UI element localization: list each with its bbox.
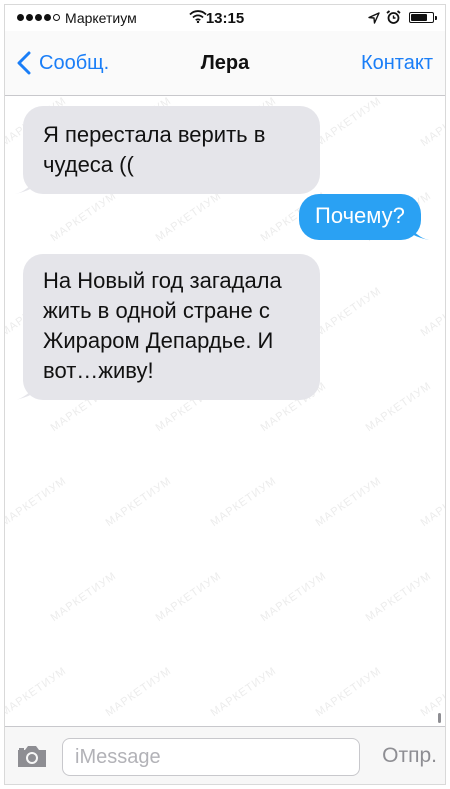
message-text: На Новый год загадала жить в одной стран… xyxy=(43,268,282,383)
watermark-text: МАРКЕТИУМ xyxy=(313,284,384,340)
watermark-text: МАРКЕТИУМ xyxy=(4,664,69,720)
camera-icon[interactable] xyxy=(15,743,49,774)
watermark-text: МАРКЕТИУМ xyxy=(103,664,174,720)
message-input[interactable]: iMessage xyxy=(62,738,360,776)
send-button[interactable]: Отпр. xyxy=(382,744,437,768)
watermark-text: МАРКЕТИУМ xyxy=(153,189,224,245)
message-list: МАРКЕТИУМ МАРКЕТИУМ МАРКЕТИУМ МАРКЕТИУМ МАРК… xyxy=(4,94,446,726)
scroll-indicator[interactable] xyxy=(438,713,441,723)
bubble-tail xyxy=(15,174,39,194)
watermark-text: МАРКЕТИУМ xyxy=(418,94,446,150)
message-text: Я перестала верить в чудеса (( xyxy=(43,122,266,177)
message-text: Почему? xyxy=(315,203,405,228)
watermark-text: МАРКЕТИУМ xyxy=(103,474,174,530)
location-arrow-icon xyxy=(368,11,380,29)
sent-message[interactable]: Почему? xyxy=(299,194,429,240)
watermark-text: МАРКЕТИУМ xyxy=(153,569,224,625)
watermark-text: МАРКЕТИУМ xyxy=(48,189,119,245)
status-bar: Маркетиум 13:15 xyxy=(5,5,445,31)
watermark-text: МАРКЕТИУМ xyxy=(418,284,446,340)
bubble-tail xyxy=(15,380,39,400)
contact-button[interactable]: Контакт xyxy=(361,52,433,75)
watermark-text: МАРКЕТИУМ xyxy=(363,569,434,625)
compose-bar: iMessage Отпр. xyxy=(5,726,445,784)
bubble-tail xyxy=(405,220,429,240)
watermark-text: МАРКЕТИУМ xyxy=(208,664,279,720)
received-message[interactable]: На Новый год загадала жить в одной стран… xyxy=(15,254,320,400)
watermark-text: МАРКЕТИУМ xyxy=(4,474,69,530)
watermark-text: МАРКЕТИУМ xyxy=(258,569,329,625)
watermark-text: МАРКЕТИУМ xyxy=(48,569,119,625)
watermark-text: МАРКЕТИУМ xyxy=(208,474,279,530)
battery-icon xyxy=(409,12,437,23)
navigation-bar: Сообщ. Лера Контакт xyxy=(5,31,445,96)
phone-screen: Маркетиум 13:15 Сообщ. Лера Контакт МАРК… xyxy=(4,4,446,785)
received-message[interactable]: Я перестала верить в чудеса (( xyxy=(15,106,320,194)
watermark-text: МАРКЕТИУМ xyxy=(418,474,446,530)
watermark-text: МАРКЕТИУМ xyxy=(363,379,434,435)
watermark-text: МАРКЕТИУМ xyxy=(313,664,384,720)
alarm-clock-icon xyxy=(386,10,401,29)
watermark-text: МАРКЕТИУМ xyxy=(418,664,446,720)
watermark-text: МАРКЕТИУМ xyxy=(313,474,384,530)
watermark-text: МАРКЕТИУМ xyxy=(313,94,384,150)
battery-level-fill xyxy=(411,14,428,21)
